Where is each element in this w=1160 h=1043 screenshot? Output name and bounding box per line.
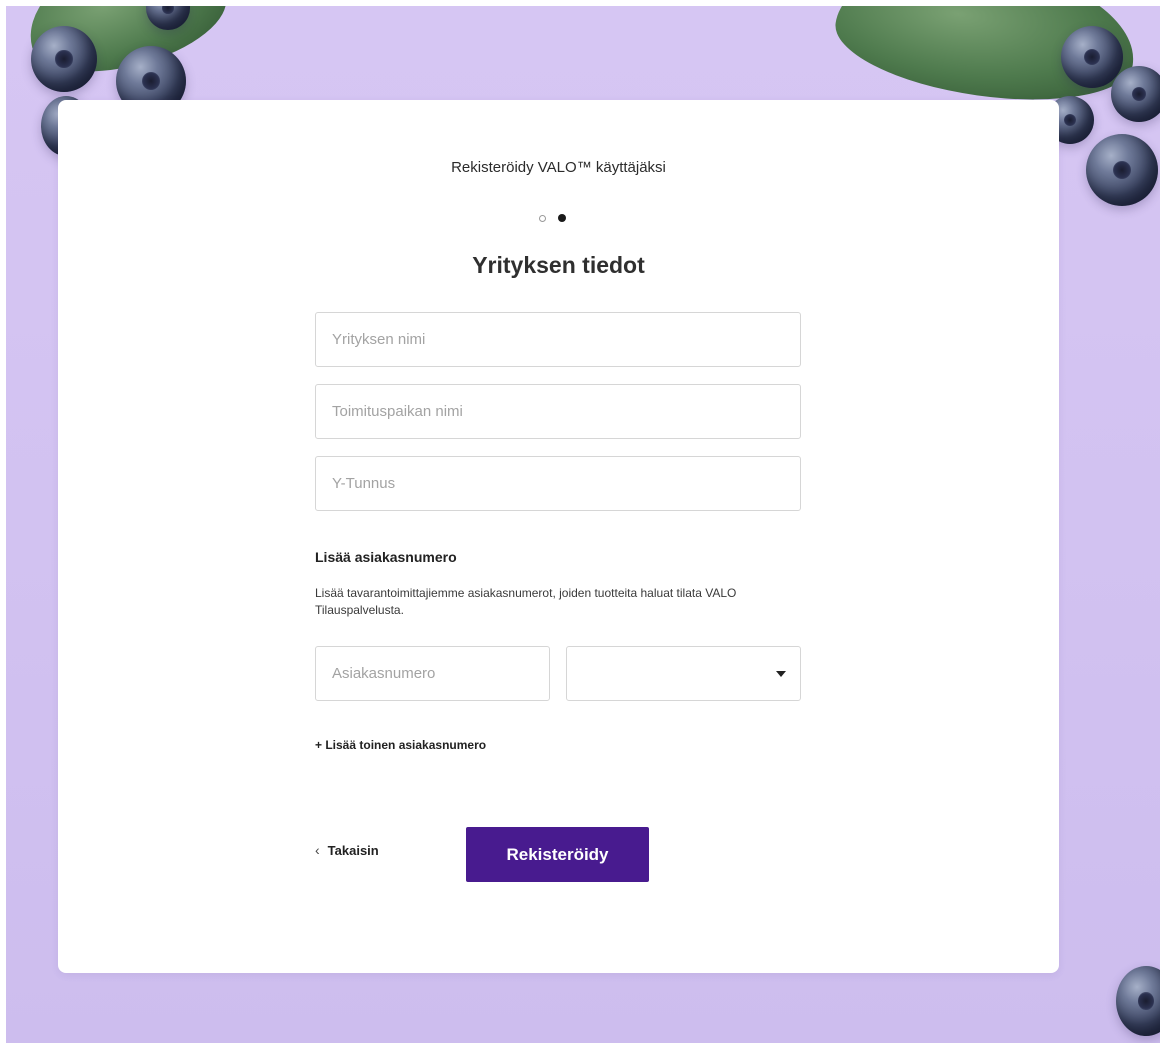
caret-down-icon bbox=[776, 671, 786, 677]
step-dot-1 bbox=[539, 214, 546, 222]
company-name-input[interactable] bbox=[315, 312, 801, 367]
page-title: Yrityksen tiedot bbox=[472, 252, 645, 278]
register-button[interactable]: Rekisteröidy bbox=[466, 827, 649, 882]
customer-number-description: Lisää tavarantoimittajiemme asiakasnumer… bbox=[315, 586, 737, 617]
back-label: Takaisin bbox=[327, 842, 379, 858]
blueberry-decoration bbox=[1116, 966, 1160, 1036]
blueberry-decoration bbox=[31, 26, 97, 92]
registration-subtitle: Rekisteröidy VALO™ käyttäjäksi bbox=[451, 159, 666, 176]
blueberry-decoration bbox=[1061, 26, 1123, 88]
back-button[interactable]: ‹ Takaisin bbox=[315, 842, 379, 858]
step-indicator bbox=[539, 214, 566, 222]
customer-number-section-title: Lisää asiakasnumero bbox=[315, 549, 457, 565]
delivery-place-input[interactable] bbox=[315, 384, 801, 439]
chevron-left-icon: ‹ bbox=[315, 842, 320, 858]
blueberry-decoration bbox=[1086, 134, 1158, 206]
step-dot-2-active bbox=[558, 214, 566, 222]
supplier-select[interactable] bbox=[566, 646, 801, 701]
business-id-input[interactable] bbox=[315, 456, 801, 511]
registration-card: Rekisteröidy VALO™ käyttäjäksi Yrityksen… bbox=[58, 100, 1059, 973]
add-customer-number-link[interactable]: + Lisää toinen asiakasnumero bbox=[315, 738, 486, 752]
customer-number-input[interactable] bbox=[315, 646, 550, 701]
blueberry-decoration bbox=[1111, 66, 1160, 122]
